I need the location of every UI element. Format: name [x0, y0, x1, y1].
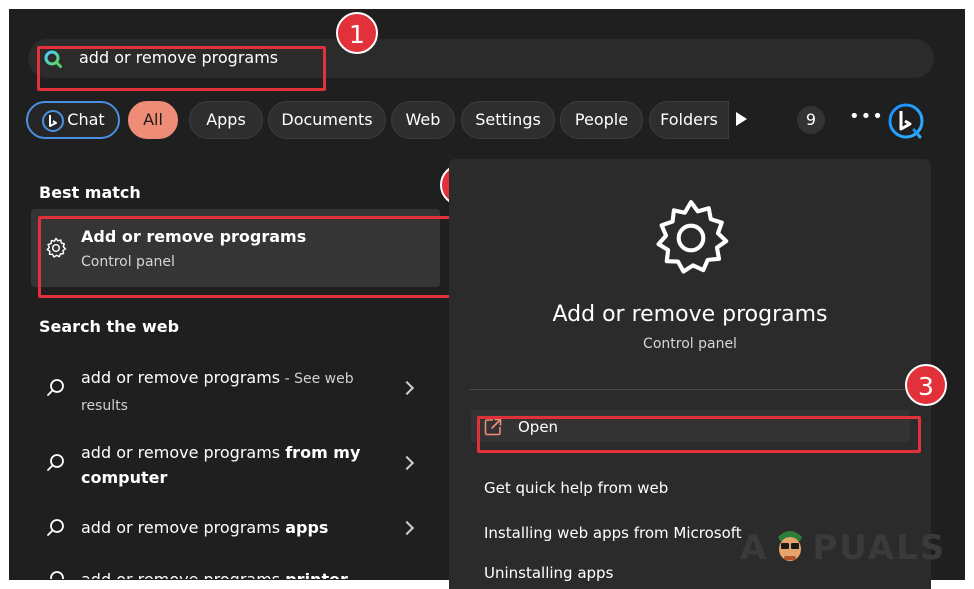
best-match-heading: Best match: [39, 183, 141, 202]
divider: [469, 389, 911, 390]
filter-chat-button[interactable]: Chat: [26, 101, 120, 139]
annotation-box-best-match: [38, 216, 452, 298]
more-options-icon[interactable]: •••: [849, 106, 884, 127]
detail-title: Add or remove programs: [552, 302, 828, 327]
filter-all-tab[interactable]: All: [128, 101, 178, 139]
uninstalling-apps-link[interactable]: Uninstalling apps: [484, 564, 613, 582]
scroll-right-icon[interactable]: [736, 112, 747, 126]
detail-subtitle: Control panel: [643, 336, 737, 352]
installing-web-apps-link[interactable]: Installing web apps from Microsoft: [484, 524, 742, 542]
search-web-heading: Search the web: [39, 317, 180, 336]
settings-gear-icon: [656, 200, 729, 274]
web-result[interactable]: add or remove programs from my computer: [46, 440, 426, 495]
web-result-text: add or remove programs: [81, 570, 285, 579]
bing-icon[interactable]: [887, 102, 925, 140]
search-icon: [47, 454, 64, 471]
filter-people-tab[interactable]: People: [560, 101, 643, 139]
chevron-right-icon: [399, 455, 415, 471]
watermark-right: PUALS: [812, 528, 947, 568]
filter-web-tab[interactable]: Web: [391, 101, 455, 139]
search-icon: [47, 379, 64, 396]
filter-apps-tab[interactable]: Apps: [189, 101, 263, 139]
watermark-left: A: [740, 528, 769, 568]
annotation-badge-3: 3: [905, 364, 947, 406]
web-result[interactable]: add or remove programs printer: [46, 567, 426, 579]
web-result-bold: printer: [285, 570, 348, 579]
chevron-right-icon: [399, 520, 415, 536]
filter-settings-tab[interactable]: Settings: [461, 101, 555, 139]
annotation-box-search: [37, 46, 326, 91]
filter-folders-tab[interactable]: Folders: [649, 101, 729, 139]
filter-chat-label: Chat: [67, 110, 105, 129]
annotation-badge-1: 1: [336, 12, 378, 54]
mascot-icon: [778, 531, 803, 561]
web-result-text: add or remove programs: [81, 368, 281, 387]
chevron-right-icon: [399, 380, 415, 396]
annotation-box-open: [477, 416, 921, 453]
web-result-text: add or remove programs: [81, 443, 286, 462]
bing-chat-icon: [42, 110, 64, 132]
web-result[interactable]: add or remove programs - See web results: [46, 365, 426, 420]
web-result[interactable]: add or remove programs apps: [46, 515, 426, 545]
filter-documents-tab[interactable]: Documents: [268, 101, 386, 139]
rewards-count-badge[interactable]: 9: [797, 106, 825, 134]
watermark-logo: A PUALS: [740, 523, 946, 568]
quick-help-link[interactable]: Get quick help from web: [484, 479, 668, 497]
search-icon: [47, 519, 64, 536]
web-result-bold: apps: [285, 518, 329, 537]
search-icon: [50, 571, 64, 579]
web-result-text: add or remove programs: [81, 518, 286, 537]
